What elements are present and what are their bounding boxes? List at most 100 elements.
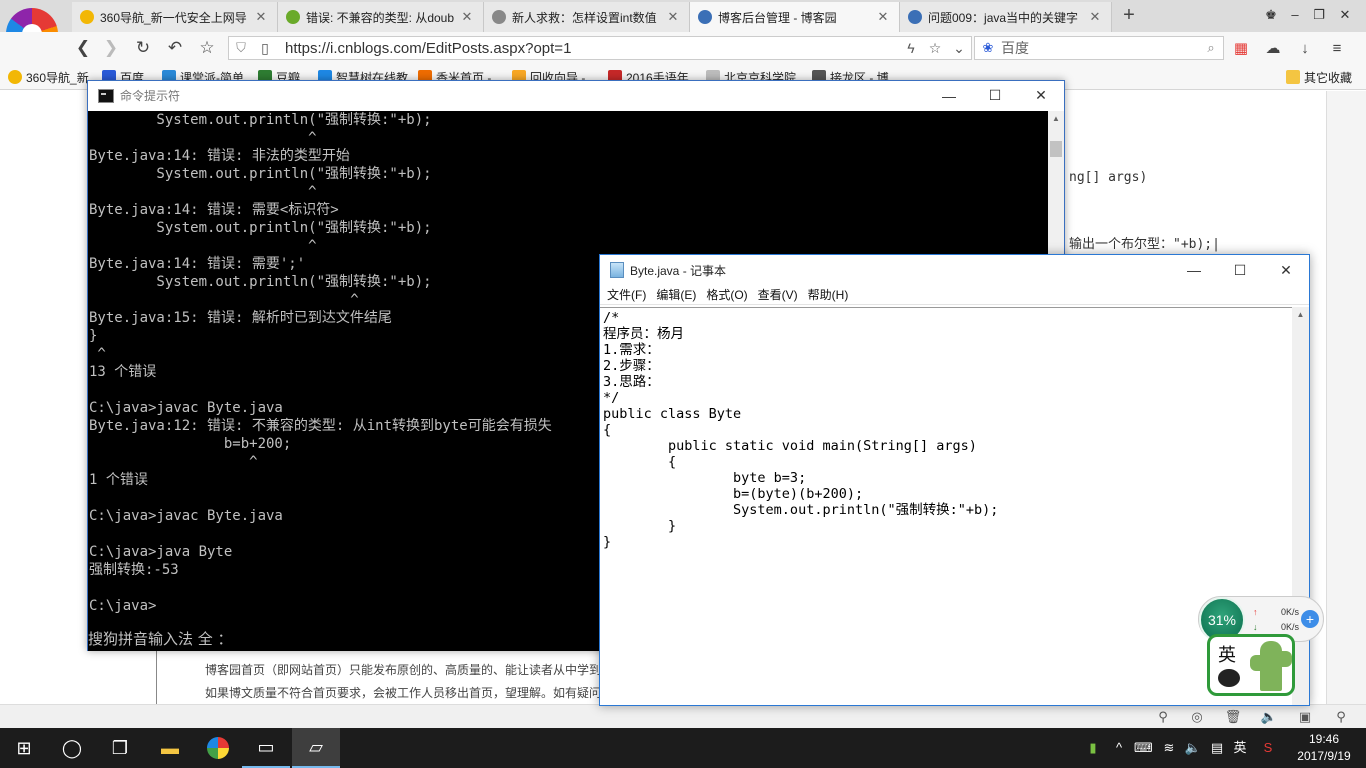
menu-view[interactable]: 查看(V) (753, 286, 803, 303)
upload-speed-value: 0K/s (1280, 607, 1299, 617)
shirt-icon[interactable]: ♚ (1258, 4, 1284, 26)
notepad-menu-bar: 文件(F) 编辑(E) 格式(O) 查看(V) 帮助(H) (600, 285, 1309, 305)
tab-close-icon[interactable]: ✕ (459, 9, 475, 25)
sogou-ime-icon[interactable]: S (1258, 738, 1278, 758)
pin-icon[interactable]: ⚲ (1154, 708, 1172, 726)
tab-blog-admin[interactable]: 博客后台管理 - 博客园 ✕ (690, 2, 900, 32)
notification-icon[interactable]: ▤ (1208, 738, 1226, 758)
trash-icon[interactable]: 🗑 (1224, 708, 1242, 726)
cmd-title-bar[interactable]: 命令提示符 — ☐ ✕ (88, 81, 1064, 110)
search-input[interactable]: 百度 (1001, 38, 1199, 58)
lightning-icon[interactable]: ϟ (899, 40, 923, 56)
scroll-up-icon[interactable]: ▲ (1292, 307, 1309, 323)
forward-button[interactable]: ❯ (100, 37, 122, 59)
bookmark-label: 360导航_新 (26, 70, 89, 85)
accelerate-plus-icon[interactable]: + (1301, 610, 1319, 628)
browser-360-icon[interactable] (194, 728, 242, 768)
cmd-taskbar-icon[interactable]: ▭ (242, 728, 290, 768)
tab-close-icon[interactable]: ✕ (1087, 9, 1103, 25)
close-icon[interactable]: ✕ (1332, 4, 1358, 26)
connect-icon[interactable]: ⌨ (1134, 738, 1153, 758)
tab-java-keywords[interactable]: 问题009：java当中的关键字 ✕ (900, 2, 1112, 32)
tab-favicon-icon (286, 10, 300, 24)
dropdown-chevron-icon[interactable]: ⌄ (947, 40, 971, 57)
tab-error-question[interactable]: 错误: 不兼容的类型: 从doub ✕ (278, 2, 484, 32)
notepad-taskbar-icon[interactable]: ▱ (292, 728, 340, 768)
scroll-thumb[interactable] (1050, 141, 1062, 157)
bookmark-other-folder[interactable]: 其它收藏 (1286, 68, 1352, 86)
menu-help[interactable]: 帮助(H) (803, 286, 854, 303)
tab-title: 新人求救：怎样设置int数值 (512, 10, 657, 25)
minimize-icon[interactable]: — (926, 88, 972, 104)
tab-close-icon[interactable]: ✕ (875, 9, 891, 25)
new-tab-button[interactable]: + (1118, 4, 1140, 28)
editor-code-line: 输出一个布尔型："+b);| (1069, 237, 1220, 252)
tab-close-icon[interactable]: ✕ (253, 9, 269, 25)
cmd-app-icon (98, 88, 114, 103)
maximize-icon[interactable]: ☐ (972, 87, 1018, 104)
bookmark-star-icon[interactable]: ☆ (923, 40, 947, 57)
clock-time[interactable]: 19:46 (1290, 732, 1358, 746)
maximize-icon[interactable]: ☐ (1217, 262, 1263, 279)
task-view-icon[interactable]: ❐ (96, 728, 144, 768)
notepad-window[interactable]: Byte.java - 记事本 — ☐ ✕ 文件(F) 编辑(E) 格式(O) … (599, 254, 1310, 706)
speed-icon[interactable]: ◎ (1188, 708, 1206, 726)
notepad-title-bar[interactable]: Byte.java - 记事本 — ☐ ✕ (600, 255, 1309, 285)
search-icon[interactable]: ⌕ (1199, 40, 1223, 56)
cmd-title: 命令提示符 (120, 89, 181, 103)
scroll-up-icon[interactable]: ▲ (1048, 111, 1064, 127)
download-icon[interactable]: ↓ (1294, 39, 1316, 59)
volume-icon[interactable]: 🔈 (1184, 738, 1202, 758)
clock-date[interactable]: 2017/9/19 (1290, 749, 1358, 763)
apps-grid-icon[interactable]: ▦ (1230, 39, 1252, 59)
windows-start-icon[interactable]: ⊞ (0, 728, 48, 768)
notepad-content[interactable]: /* 程序员：杨月 1.需求： 2.步骤： 3.思路： */ public cl… (600, 308, 1292, 552)
browser-tab-bar: 360导航_新一代安全上网导 ✕ 错误: 不兼容的类型: 从doub ✕ 新人求… (0, 0, 1366, 60)
show-hidden-icons-chevron-icon[interactable]: ^ (1110, 738, 1128, 758)
favorite-star-button[interactable]: ☆ (196, 37, 218, 59)
close-icon[interactable]: ✕ (1018, 87, 1064, 104)
restore-icon[interactable]: ❐ (1306, 4, 1332, 26)
page-notice-line: 如果博文质量不符合首页要求，会被工作人员移出首页，望理解。如有疑问 (205, 686, 602, 700)
download-speed-value: 0K/s (1280, 622, 1299, 632)
close-icon[interactable]: ✕ (1263, 262, 1309, 279)
minimize-icon[interactable]: – (1282, 4, 1308, 26)
search-circle-icon[interactable]: ◯ (48, 728, 96, 768)
battery-icon[interactable]: ▮ (1084, 738, 1102, 758)
url-text[interactable]: https://i.cnblogs.com/EditPosts.aspx?opt… (277, 40, 899, 57)
menu-format[interactable]: 格式(O) (701, 286, 752, 303)
browser-status-bar: ⚲ ◎ 🗑 🔈 ▣ ⚲ (0, 704, 1366, 728)
tab-close-icon[interactable]: ✕ (665, 9, 681, 25)
file-explorer-icon[interactable]: ▬ (146, 728, 194, 768)
tab-title: 问题009：java当中的关键字 (928, 10, 1079, 25)
bookmark-item[interactable]: 360导航_新 (8, 68, 89, 86)
browser-toolbar: ❮ ❯ ↻ ↶ ☆ ⛉ ▯ https://i.cnblogs.com/Edit… (0, 32, 1366, 64)
window-icon[interactable]: ▣ (1296, 708, 1314, 726)
page-icon: ▯ (261, 39, 269, 56)
address-bar[interactable]: ⛉ ▯ https://i.cnblogs.com/EditPosts.aspx… (228, 36, 972, 60)
notepad-text-area[interactable]: /* 程序员：杨月 1.需求： 2.步骤： 3.思路： */ public cl… (600, 307, 1292, 705)
folder-icon (1286, 70, 1300, 84)
tab-360-navigation[interactable]: 360导航_新一代安全上网导 ✕ (72, 2, 278, 32)
minimize-icon[interactable]: — (1171, 262, 1217, 278)
back-button[interactable]: ❮ (72, 37, 94, 59)
notepad-title: Byte.java - 记事本 (630, 263, 727, 278)
ime-mode-label: 英 (1218, 645, 1236, 666)
security-shield-icon[interactable]: ⛉ (229, 40, 253, 56)
baidu-paw-icon[interactable]: ❀ (975, 40, 1001, 56)
sound-icon[interactable]: 🔈 (1260, 708, 1278, 726)
tab-newbie-help[interactable]: 新人求救：怎样设置int数值 ✕ (484, 2, 690, 32)
menu-file[interactable]: 文件(F) (602, 286, 651, 303)
search-box[interactable]: ❀ 百度 ⌕ (974, 36, 1224, 60)
menu-edit[interactable]: 编辑(E) (651, 286, 701, 303)
cloud-icon[interactable]: ☁ (1262, 39, 1284, 59)
reload-button[interactable]: ↻ (132, 37, 154, 59)
page-scrollbar[interactable] (1326, 91, 1366, 728)
undo-close-button[interactable]: ↶ (164, 37, 186, 59)
download-speed: ↓ 0K/s (1253, 622, 1299, 632)
wifi-icon[interactable]: ≋ (1160, 738, 1178, 758)
ime-indicator[interactable]: 英 (1230, 738, 1250, 758)
menu-icon[interactable]: ≡ (1326, 39, 1348, 59)
ime-mascot-widget[interactable]: 英 (1207, 634, 1295, 696)
zoom-icon[interactable]: ⚲ (1332, 708, 1350, 726)
